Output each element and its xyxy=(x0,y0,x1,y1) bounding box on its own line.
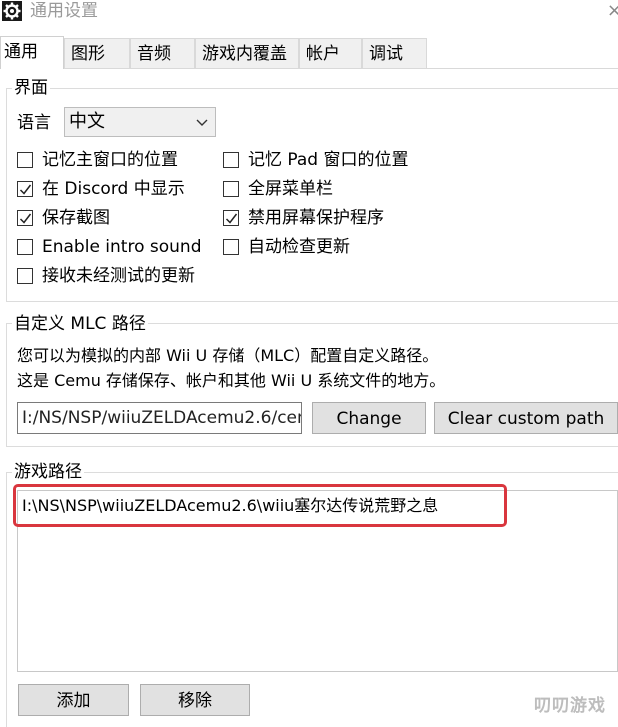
language-value: 中文 xyxy=(69,111,105,132)
language-select[interactable]: 中文 xyxy=(64,107,216,137)
chevron-down-icon xyxy=(195,114,209,128)
tab-account[interactable]: 帐户 xyxy=(299,38,362,68)
remove-button[interactable]: 移除 xyxy=(140,684,250,716)
checkbox-box[interactable] xyxy=(17,239,33,255)
checkbox-box[interactable] xyxy=(223,210,239,226)
checkbox-label: 记忆主窗口的位置 xyxy=(42,150,178,170)
checkbox-label: 接收未经测试的更新 xyxy=(42,266,195,286)
checkbox-box[interactable] xyxy=(17,210,33,226)
red-highlight-annotation xyxy=(13,484,507,527)
tab-overlay[interactable]: 游戏内覆盖 xyxy=(195,38,299,68)
clear-custom-path-button[interactable]: Clear custom path xyxy=(434,402,618,434)
tab-debug[interactable]: 调试 xyxy=(362,38,427,68)
tab-graphics[interactable]: 图形 xyxy=(64,38,130,68)
checkbox-label: 保存截图 xyxy=(42,208,110,228)
mlc-description-line2: 这是 Cemu 存储保存、帐户和其他 Wii U 系统文件的地方。 xyxy=(17,371,446,390)
close-icon[interactable]: × xyxy=(607,0,618,21)
mlc-path-input[interactable] xyxy=(18,403,301,433)
checkbox-box[interactable] xyxy=(17,268,33,284)
checkbox-label: 禁用屏幕保护程序 xyxy=(248,208,384,228)
tab-bar: 通用 图形 音频 游戏内覆盖 帐户 调试 xyxy=(0,36,618,69)
checkbox-label: Enable intro sound xyxy=(42,237,202,257)
mlc-description-line1: 您可以为模拟的内部 Wii U 存储（MLC）配置自定义路径。 xyxy=(17,346,439,365)
checkbox-label: 全屏菜单栏 xyxy=(248,179,333,199)
window-title: 通用设置 xyxy=(30,1,98,21)
mlc-group-label: 自定义 MLC 路径 xyxy=(12,314,148,334)
checkbox-box[interactable] xyxy=(223,152,239,168)
checkbox-box[interactable] xyxy=(17,181,33,197)
checkmark-icon xyxy=(225,213,238,224)
checkmark-icon xyxy=(19,184,32,195)
change-button[interactable]: Change xyxy=(312,402,426,434)
game-paths-group-label: 游戏路径 xyxy=(12,462,84,482)
watermark: 叨叨游戏 xyxy=(534,696,606,716)
language-label: 语言 xyxy=(17,113,51,133)
interface-group-label: 界面 xyxy=(12,78,50,98)
mlc-path-field[interactable] xyxy=(17,402,302,434)
checkbox-box[interactable] xyxy=(223,181,239,197)
add-button[interactable]: 添加 xyxy=(18,684,129,716)
title-bar: 通用设置 × xyxy=(0,0,618,24)
checkbox-label: 在 Discord 中显示 xyxy=(42,179,185,199)
checkbox-box[interactable] xyxy=(17,152,33,168)
tab-general[interactable]: 通用 xyxy=(0,36,64,69)
checkbox-box[interactable] xyxy=(223,239,239,255)
checkbox-label: 记忆 Pad 窗口的位置 xyxy=(248,150,409,170)
tab-audio[interactable]: 音频 xyxy=(130,38,195,68)
gear-icon xyxy=(2,1,22,21)
checkmark-icon xyxy=(19,213,32,224)
checkbox-label: 自动检查更新 xyxy=(248,237,350,257)
